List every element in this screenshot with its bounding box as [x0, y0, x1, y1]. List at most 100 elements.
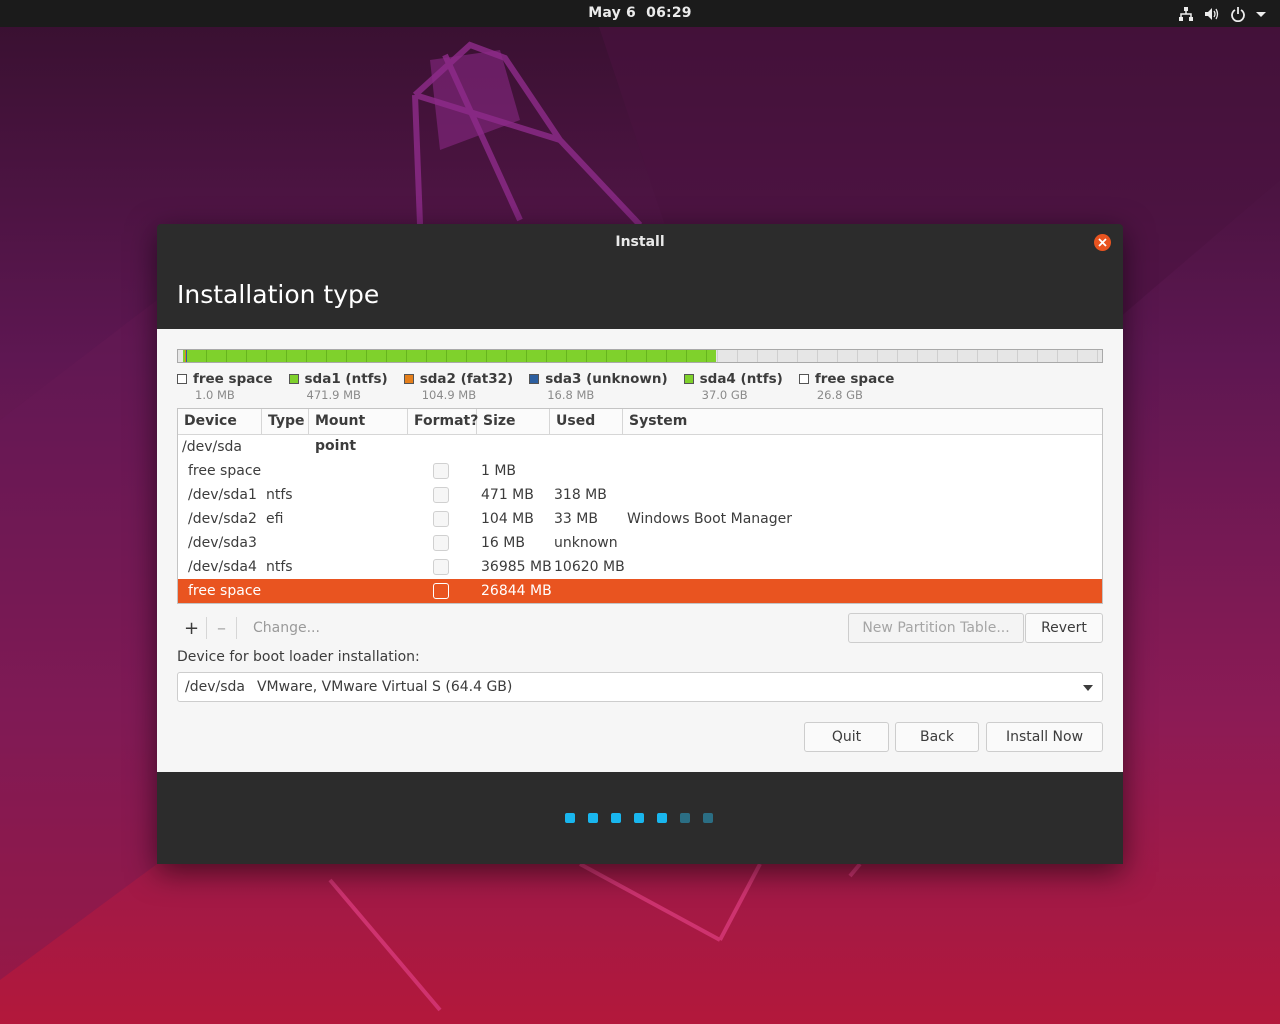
legend-entry: sda2 (fat32) [403, 371, 514, 387]
cell-device: /dev/sda3 [188, 535, 257, 551]
progress-dots [565, 813, 713, 823]
cell-used: 318 MB [554, 487, 607, 503]
legend-size: 37.0 GB [701, 388, 748, 402]
partition-bar-sda4 [187, 350, 716, 362]
legend-size: 471.9 MB [306, 388, 361, 402]
column-used[interactable]: Used [550, 409, 623, 434]
legend-size: 26.8 GB [816, 388, 863, 402]
cell-format [408, 583, 477, 599]
legend-swatch [177, 374, 187, 384]
cell-type: ntfs [266, 559, 293, 575]
disk-device: /dev/sda [182, 439, 242, 455]
legend-entry: sda1 (ntfs) [288, 371, 388, 387]
format-checkbox[interactable] [433, 583, 449, 599]
close-button[interactable] [1094, 234, 1111, 251]
column-mount-point[interactable]: Mount point [309, 409, 408, 454]
legend-label: free space [814, 371, 895, 387]
revert-button[interactable]: Revert [1025, 613, 1103, 643]
cell-format [408, 487, 477, 503]
window-title: Install [615, 234, 665, 250]
install-now-button[interactable]: Install Now [986, 722, 1103, 752]
bootloader-device: /dev/sda [185, 679, 245, 695]
column-device[interactable]: Device [178, 409, 262, 434]
change-partition-button[interactable]: Change... [237, 620, 320, 636]
cell-format [408, 535, 477, 551]
bootloader-description: VMware, VMware Virtual S (64.4 GB) [256, 679, 513, 695]
table-row[interactable]: /dev/sda2 efi 104 MB 33 MB Windows Boot Mana… [178, 507, 1102, 531]
cell-type: efi [266, 511, 284, 527]
progress-step-dot [634, 813, 644, 823]
cell-device: /dev/sda1 [188, 487, 257, 503]
power-icon[interactable] [1230, 6, 1246, 22]
format-checkbox[interactable] [433, 511, 449, 527]
back-button[interactable]: Back [895, 722, 979, 752]
cell-size: 1 MB [481, 463, 517, 479]
cell-device: free space [188, 463, 262, 479]
cell-format [408, 559, 477, 575]
cell-size: 26844 MB [481, 583, 552, 599]
bootloader-label: Device for boot loader installation: [177, 649, 420, 665]
table-row[interactable]: free space 26844 MB [178, 579, 1102, 603]
clock[interactable]: May 6 06:29 [0, 5, 1280, 21]
format-checkbox[interactable] [433, 535, 449, 551]
legend-label: sda1 (ntfs) [304, 371, 388, 387]
partition-tools: + – Change... [177, 614, 320, 642]
cell-used: unknown [554, 535, 618, 551]
table-header: Device Type Mount point Format? Size Use… [178, 409, 1102, 454]
column-type[interactable]: Type [262, 409, 309, 434]
disk-row[interactable]: /dev/sda [178, 435, 1102, 459]
clock-date: May 6 [588, 5, 636, 21]
volume-icon[interactable] [1204, 6, 1220, 22]
partition-table[interactable]: Device Type Mount point Format? Size Use… [177, 408, 1103, 604]
legend-swatch [403, 374, 414, 384]
new-partition-table-button[interactable]: New Partition Table... [848, 613, 1024, 643]
cell-used: 33 MB [554, 511, 598, 527]
partition-legend: free space 1.0 MB sda1 (ntfs) 471.9 MB sda2 … [177, 371, 894, 402]
partition-bar [177, 349, 1103, 363]
progress-step-dot [588, 813, 598, 823]
legend-item: free space 1.0 MB [177, 371, 273, 402]
progress-step-dot [680, 813, 690, 823]
column-system[interactable]: System [623, 409, 1102, 434]
content-area: free space 1.0 MB sda1 (ntfs) 471.9 MB sda2 … [157, 329, 1123, 772]
legend-size: 104.9 MB [421, 388, 477, 402]
table-row[interactable]: free space 1 MB [178, 459, 1102, 483]
partition-rows: free space 1 MB/dev/sda1 ntfs 471 MB 318 MB /… [178, 459, 1102, 603]
partition-bar-free-end [716, 350, 1102, 362]
bootloader-device-select[interactable]: /dev/sda VMware, VMware Virtual S (64.4 … [177, 672, 1103, 702]
progress-step-dot [611, 813, 621, 823]
legend-label: sda2 (fat32) [419, 371, 514, 387]
progress-step-dot [565, 813, 575, 823]
legend-size: 16.8 MB [547, 388, 595, 402]
legend-entry: sda4 (ntfs) [683, 371, 783, 387]
cell-type: ntfs [266, 487, 293, 503]
legend-swatch [798, 374, 809, 384]
format-checkbox[interactable] [433, 463, 449, 479]
legend-item: free space 26.8 GB [798, 371, 895, 402]
legend-item: sda4 (ntfs) 37.0 GB [683, 371, 783, 402]
legend-item: sda3 (unknown) 16.8 MB [529, 371, 668, 402]
installer-window: Install Installation type free space 1.0 … [157, 224, 1123, 864]
format-checkbox[interactable] [433, 559, 449, 575]
cell-system: Windows Boot Manager [627, 511, 792, 527]
column-size[interactable]: Size [477, 409, 550, 434]
column-format[interactable]: Format? [408, 409, 478, 434]
table-row[interactable]: /dev/sda1 ntfs 471 MB 318 MB [178, 483, 1102, 507]
table-row[interactable]: /dev/sda3 16 MB unknown [178, 531, 1102, 555]
system-tray[interactable] [1178, 4, 1266, 23]
format-checkbox[interactable] [433, 487, 449, 503]
cell-format [408, 463, 477, 479]
legend-swatch [683, 374, 694, 384]
table-row[interactable]: /dev/sda4 ntfs 36985 MB 10620 MB [178, 555, 1102, 579]
add-partition-button[interactable]: + [177, 614, 206, 642]
remove-partition-button[interactable]: – [207, 614, 236, 642]
network-icon[interactable] [1178, 6, 1194, 22]
legend-entry: sda3 (unknown) [529, 371, 668, 387]
legend-entry: free space [798, 371, 895, 387]
progress-step-dot [703, 813, 713, 823]
window-titlebar[interactable]: Install [157, 224, 1123, 260]
page-title: Installation type [177, 280, 380, 309]
close-icon [1098, 238, 1107, 247]
quit-button[interactable]: Quit [804, 722, 889, 752]
menu-arrow-icon[interactable] [1256, 6, 1266, 22]
